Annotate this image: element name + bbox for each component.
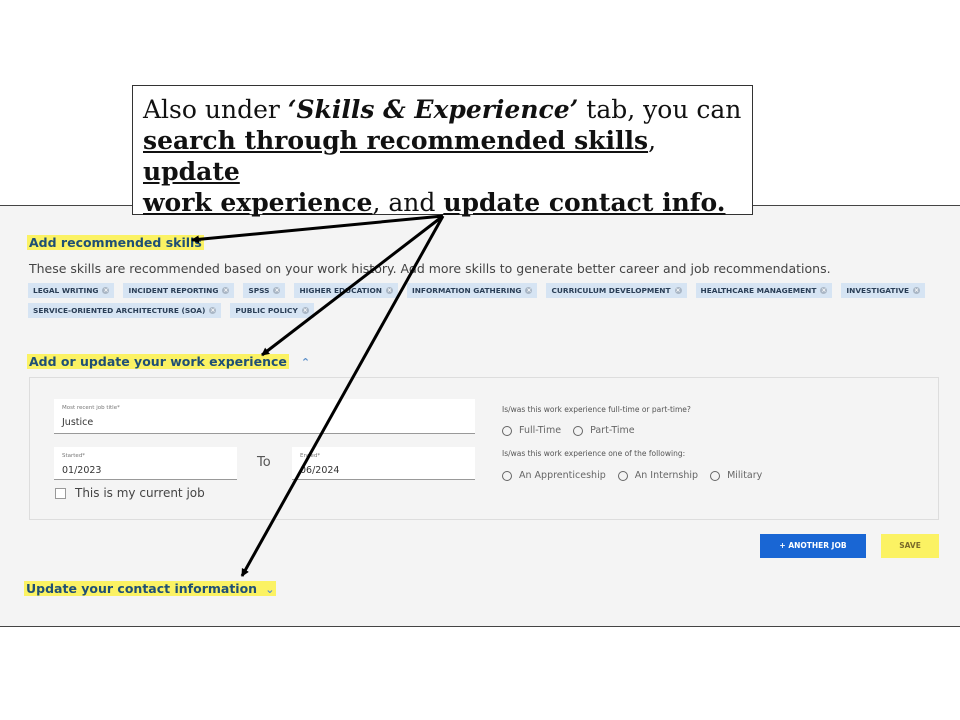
pointer-arrows xyxy=(191,214,445,577)
arrow-to-work-experience xyxy=(261,214,444,357)
arrow-to-contact-info xyxy=(240,215,445,577)
arrow-to-skills xyxy=(191,214,444,244)
